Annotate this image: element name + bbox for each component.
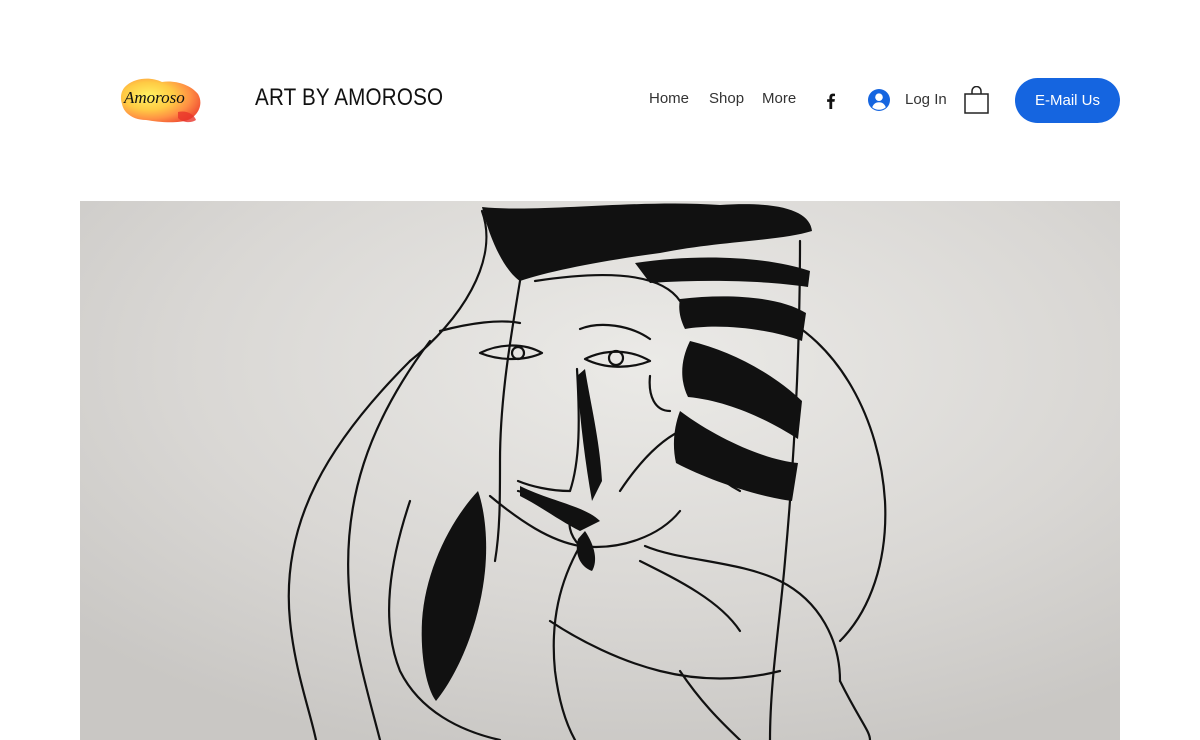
user-avatar-icon (868, 89, 890, 111)
login-label: Log In (905, 91, 947, 108)
site-title[interactable]: ART BY AMOROSO (255, 84, 443, 112)
nav-item-shop[interactable]: Shop (709, 90, 744, 107)
email-us-button[interactable]: E-Mail Us (1015, 78, 1120, 123)
facebook-icon[interactable] (822, 92, 840, 110)
nav-item-more[interactable]: More (762, 90, 796, 107)
logo-text: Amoroso (123, 88, 185, 107)
hero-artwork (80, 201, 1120, 740)
site-header: Amoroso ART BY AMOROSO Home Shop More Lo… (0, 0, 1200, 200)
shopping-bag-icon[interactable] (964, 85, 990, 114)
site-logo[interactable]: Amoroso (118, 74, 204, 126)
nav-item-home[interactable]: Home (649, 90, 689, 107)
watercolor-logo: Amoroso (120, 78, 201, 123)
line-drawing-artwork (80, 201, 1120, 740)
